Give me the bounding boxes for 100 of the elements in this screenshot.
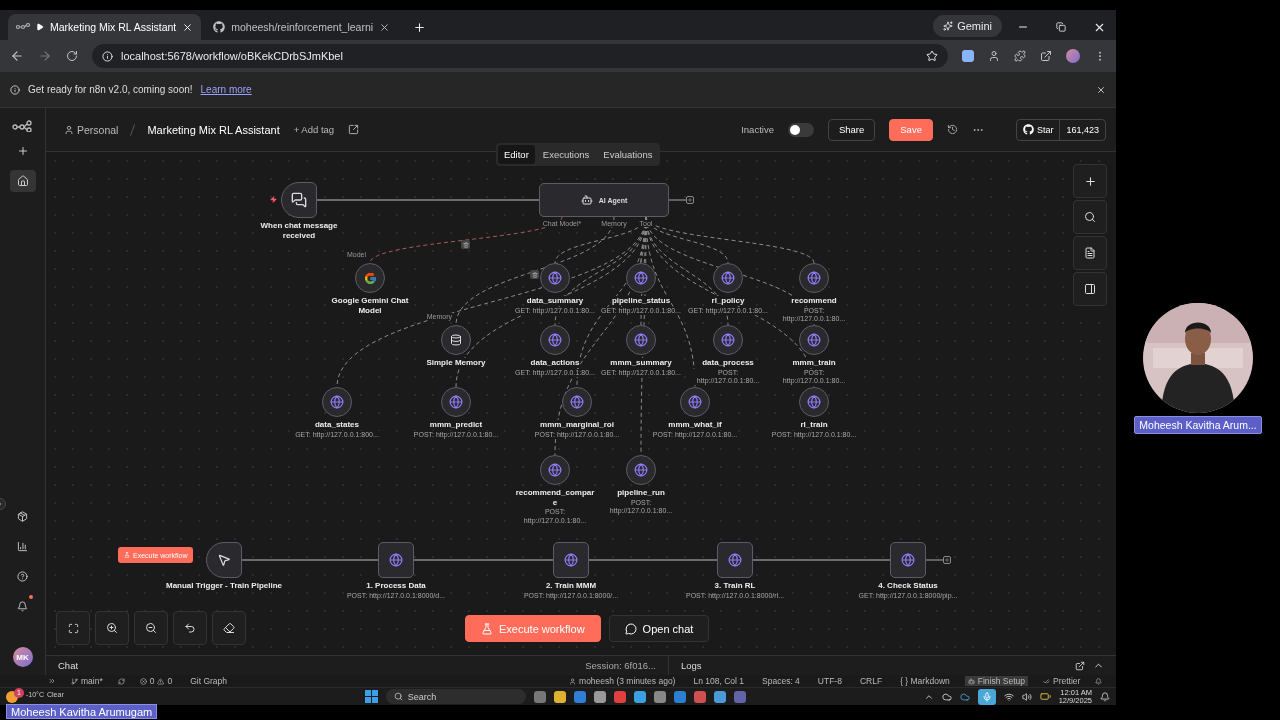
assistant-button[interactable]: Gemini	[933, 15, 1002, 37]
share-button[interactable]: Share	[827, 118, 876, 141]
branch-item[interactable]: main*	[68, 676, 106, 686]
restore-icon[interactable]	[1056, 22, 1066, 32]
zoom-out-button[interactable]	[134, 611, 168, 645]
add-tag-button[interactable]: + Add tag	[293, 124, 335, 135]
volume-icon[interactable]	[1021, 691, 1032, 702]
history-icon[interactable]	[946, 124, 958, 135]
workflow-node[interactable]	[626, 455, 656, 485]
notification-icon[interactable]	[1100, 691, 1110, 702]
active-toggle[interactable]	[787, 122, 814, 137]
problems-item[interactable]: 0 0	[136, 676, 176, 686]
reload-icon[interactable]	[66, 50, 78, 62]
sticky-note-button[interactable]	[1073, 236, 1107, 270]
browser-tab[interactable]: Marketing Mix RL Assistant	[8, 14, 202, 40]
workflow-node[interactable]	[540, 455, 570, 485]
project-link[interactable]: Personal	[64, 123, 119, 136]
workflow-node[interactable]	[441, 325, 471, 355]
workflow-node[interactable]	[540, 263, 570, 293]
workflow-node[interactable]	[799, 263, 829, 293]
search-button[interactable]	[1073, 200, 1107, 234]
pop-out-icon[interactable]	[1075, 660, 1085, 671]
status-item[interactable]: Ln 108, Col 1	[690, 676, 748, 686]
workflow-node[interactable]	[799, 325, 829, 355]
workflow-node[interactable]	[626, 263, 656, 293]
profile-avatar[interactable]	[1066, 49, 1080, 63]
workflow-node[interactable]	[322, 387, 352, 417]
panel-button[interactable]	[1073, 272, 1107, 306]
open-icon[interactable]	[348, 124, 360, 135]
app-icon[interactable]	[693, 690, 706, 703]
workflow-node[interactable]	[890, 542, 926, 578]
workflow-node[interactable]	[799, 387, 829, 417]
wifi-icon[interactable]	[1003, 691, 1014, 702]
cloud-icon[interactable]	[959, 691, 970, 702]
extensions-icon[interactable]	[1014, 50, 1026, 62]
app-icon[interactable]	[533, 690, 546, 703]
app-icon[interactable]	[593, 690, 606, 703]
forward-icon[interactable]	[38, 49, 52, 63]
app-icon[interactable]	[613, 690, 626, 703]
open-chat-button[interactable]: Open chat	[608, 615, 710, 642]
workflow-node[interactable]	[441, 387, 471, 417]
app-icon[interactable]	[573, 690, 586, 703]
app-icon[interactable]	[713, 690, 726, 703]
home-button[interactable]	[9, 170, 36, 192]
battery-icon[interactable]	[1039, 691, 1051, 702]
workflow-node[interactable]	[553, 542, 589, 578]
learn-more-link[interactable]: Learn more	[200, 84, 252, 95]
workflow-node[interactable]	[355, 263, 385, 293]
close-icon[interactable]	[1096, 84, 1106, 95]
app-icon[interactable]	[653, 690, 666, 703]
cloud-icon[interactable]	[941, 691, 952, 702]
workflow-node[interactable]	[281, 182, 317, 218]
status-item[interactable]: Prettier	[1040, 676, 1084, 686]
workflow-node[interactable]	[717, 542, 753, 578]
node-label: 4. Check Status	[877, 581, 939, 591]
bookmark-icon[interactable]	[926, 50, 938, 62]
add-node-button[interactable]	[686, 196, 694, 204]
tidy-up-button[interactable]	[212, 611, 246, 645]
workflow-node[interactable]	[562, 387, 592, 417]
workflow-title[interactable]: Marketing Mix RL Assistant	[147, 123, 280, 136]
view-tab[interactable]: Evaluations	[597, 145, 659, 164]
delete-button[interactable]	[530, 270, 539, 279]
sync-icon[interactable]	[117, 677, 125, 685]
add-node-button[interactable]	[943, 556, 951, 564]
workflow-node[interactable]	[206, 542, 242, 578]
status-item[interactable]: CRLF	[856, 676, 886, 686]
workflow-node[interactable]	[713, 325, 743, 355]
view-tab[interactable]: Executions	[536, 145, 596, 164]
close-icon[interactable]	[379, 21, 391, 33]
zoom-in-button[interactable]	[95, 611, 129, 645]
taskbar-search[interactable]: Search	[385, 689, 526, 704]
view-tab[interactable]: Editor	[498, 145, 535, 164]
address-field[interactable]: localhost:5678/workflow/oBKekCDrbSJmKbel	[92, 44, 948, 68]
status-item[interactable]: moheesh (3 minutes ago)	[566, 676, 679, 686]
status-item[interactable]: UTF-8	[814, 676, 845, 686]
undo-button[interactable]	[173, 611, 207, 645]
star-button[interactable]: Star	[1016, 119, 1060, 140]
app-icon[interactable]	[553, 690, 566, 703]
status-item[interactable]: Git Graph	[187, 676, 231, 686]
workflow-node[interactable]	[626, 325, 656, 355]
new-tab-icon[interactable]	[412, 20, 426, 34]
status-item[interactable]: { } Markdown	[897, 676, 953, 686]
delete-button[interactable]	[461, 240, 470, 249]
status-item[interactable]: Finish Setup	[964, 676, 1028, 686]
back-icon[interactable]	[10, 49, 24, 63]
workflow-node[interactable]	[540, 325, 570, 355]
app-icon[interactable]	[673, 690, 686, 703]
github-star-widget[interactable]: Star 161,423	[1015, 118, 1106, 141]
microphone-button[interactable]	[977, 688, 996, 705]
status-item[interactable]: Spaces: 4	[759, 676, 803, 686]
globe-icon	[330, 395, 344, 409]
browser-tab[interactable]: moheesh/reinforcement_learni	[205, 14, 399, 40]
app-icon[interactable]	[633, 690, 646, 703]
workflow-node[interactable]	[378, 542, 414, 578]
workflow-node[interactable]	[713, 263, 743, 293]
add-node-button[interactable]	[1073, 164, 1107, 198]
windows-start-icon[interactable]	[364, 690, 378, 703]
close-icon[interactable]	[182, 21, 194, 33]
bell-icon[interactable]	[1095, 677, 1103, 685]
workflow-node[interactable]	[680, 387, 710, 417]
